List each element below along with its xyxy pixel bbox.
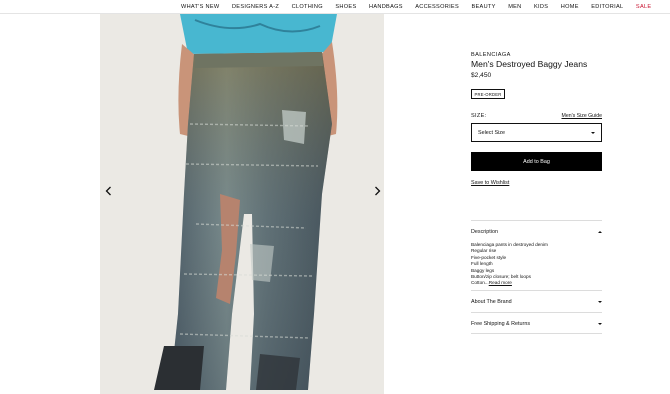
- read-more-link[interactable]: Read more: [489, 280, 512, 285]
- product-title: Men's Destroyed Baggy Jeans: [471, 59, 588, 69]
- nav-item-whats-new[interactable]: WHAT'S NEW: [181, 3, 219, 11]
- save-to-wishlist-link[interactable]: Save to Wishlist: [471, 180, 509, 186]
- caret-down-icon: [591, 131, 595, 134]
- nav-item-beauty[interactable]: BEAUTY: [472, 3, 496, 11]
- nav-item-accessories[interactable]: ACCESSORIES: [415, 3, 459, 11]
- nav-item-shoes[interactable]: SHOES: [335, 3, 356, 11]
- accordion-about-title: About The Brand: [471, 298, 512, 305]
- product-photo: [154, 14, 338, 390]
- caret-up-icon: [598, 230, 602, 233]
- accordion-about-brand[interactable]: About The Brand: [471, 290, 602, 312]
- nav-item-kids[interactable]: KIDS: [534, 3, 548, 11]
- product-brand[interactable]: BALENCIAGA: [471, 52, 511, 58]
- description-line-last: Cotton...Read more: [471, 280, 602, 286]
- add-to-bag-button[interactable]: Add to Bag: [471, 152, 602, 171]
- nav-item-clothing[interactable]: CLOTHING: [292, 3, 323, 11]
- nav-item-handbags[interactable]: HANDBAGS: [369, 3, 403, 11]
- top-navigation: WHAT'S NEW DESIGNERS A-Z CLOTHING SHOES …: [0, 0, 670, 14]
- description-truncated-text: Cotton...: [471, 280, 489, 286]
- chevron-left-icon: [105, 186, 111, 196]
- accordion-description: Description Balenciaga pants in destroye…: [471, 220, 602, 287]
- pre-order-badge: PRE-ORDER: [471, 89, 505, 99]
- description-list: Balenciaga pants in destroyed denim Regu…: [471, 242, 602, 287]
- gallery-prev-button[interactable]: [101, 184, 115, 198]
- nav-item-men[interactable]: MEN: [508, 3, 521, 11]
- gallery-next-button[interactable]: [370, 184, 384, 198]
- accordion-description-header[interactable]: Description: [471, 221, 602, 242]
- accordion-shipping-header[interactable]: Free Shipping & Returns: [471, 313, 602, 334]
- accordion-description-title: Description: [471, 228, 498, 235]
- accordion-about-header[interactable]: About The Brand: [471, 291, 602, 312]
- caret-down-icon: [598, 300, 602, 303]
- size-select-value: Select Size: [478, 129, 505, 136]
- product-image-gallery[interactable]: [100, 14, 384, 394]
- product-price: $2,450: [471, 72, 492, 79]
- nav-item-sale[interactable]: SALE: [636, 3, 652, 11]
- caret-down-icon: [598, 322, 602, 325]
- accordion-shipping-title: Free Shipping & Returns: [471, 320, 531, 327]
- chevron-right-icon: [374, 186, 380, 196]
- nav-item-editorial[interactable]: EDITORIAL: [591, 3, 623, 11]
- size-guide-link[interactable]: Men's Size Guide: [562, 113, 603, 119]
- nav-list: WHAT'S NEW DESIGNERS A-Z CLOTHING SHOES …: [181, 0, 651, 14]
- nav-item-designers[interactable]: DESIGNERS A-Z: [232, 3, 279, 11]
- size-select[interactable]: Select Size: [471, 123, 602, 142]
- nav-item-home[interactable]: HOME: [561, 3, 579, 11]
- accordion-shipping[interactable]: Free Shipping & Returns: [471, 312, 602, 334]
- size-label: SIZE:: [471, 113, 487, 119]
